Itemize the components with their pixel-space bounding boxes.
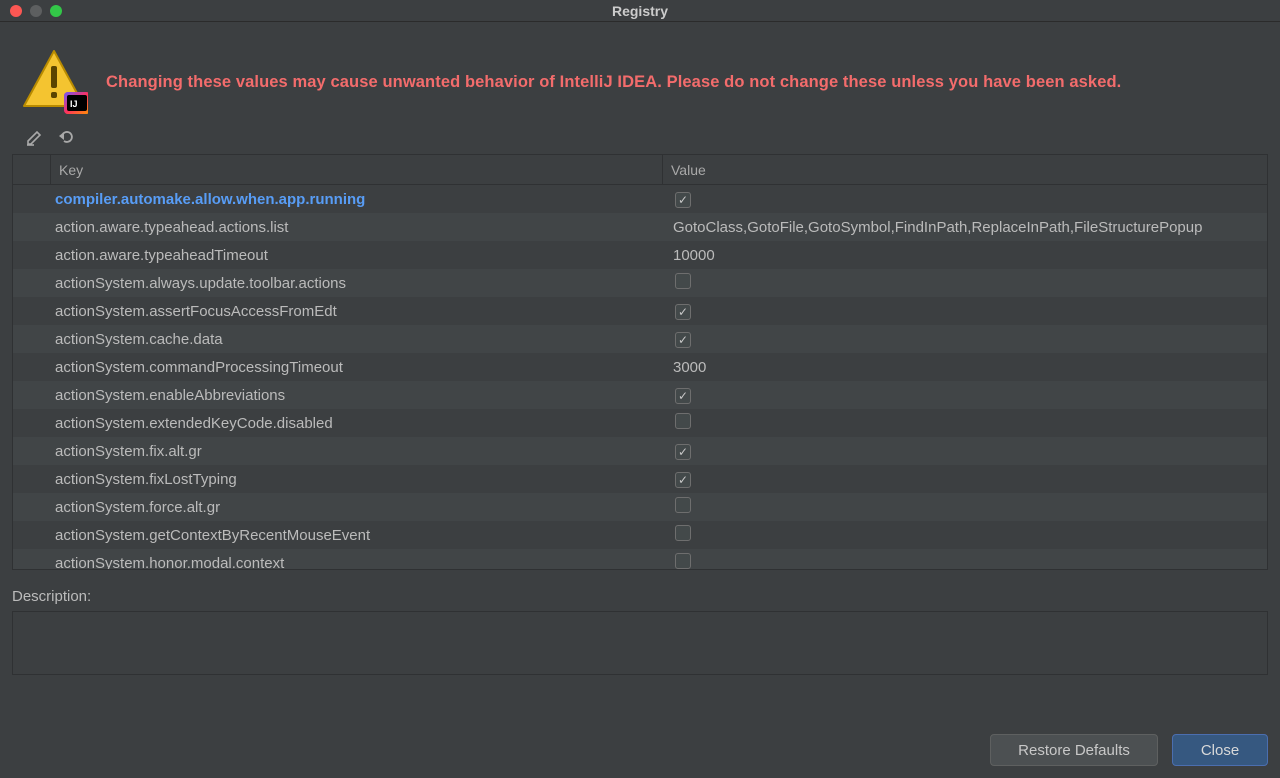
cell-value[interactable] (663, 331, 1267, 348)
window-title: Registry (612, 3, 668, 19)
description-box (12, 611, 1268, 675)
cell-key: actionSystem.honor.modal.context (51, 555, 663, 570)
cell-value[interactable] (663, 303, 1267, 320)
cell-key: action.aware.typeahead.actions.list (51, 219, 663, 236)
table-header: Key Value (13, 155, 1267, 185)
cell-key: actionSystem.getContextByRecentMouseEven… (51, 527, 663, 544)
table-row[interactable]: actionSystem.force.alt.gr (13, 493, 1267, 521)
warning-banner: IJ Changing these values may cause unwan… (0, 22, 1280, 120)
window-minimize-button[interactable] (30, 5, 42, 17)
cell-value[interactable] (663, 443, 1267, 460)
table-row[interactable]: actionSystem.fixLostTyping (13, 465, 1267, 493)
cell-value[interactable]: 3000 (663, 359, 1267, 376)
checkbox[interactable] (675, 553, 691, 569)
table-row[interactable]: actionSystem.cache.data (13, 325, 1267, 353)
toolbar (0, 120, 1280, 154)
table-row[interactable]: actionSystem.getContextByRecentMouseEven… (13, 521, 1267, 549)
revert-icon[interactable] (58, 128, 76, 146)
column-value[interactable]: Value (663, 155, 1267, 184)
cell-value[interactable] (663, 553, 1267, 569)
cell-key: actionSystem.fixLostTyping (51, 471, 663, 488)
checkbox[interactable] (675, 497, 691, 513)
checkbox[interactable] (675, 444, 691, 460)
table-row[interactable]: action.aware.typeaheadTimeout10000 (13, 241, 1267, 269)
table-row[interactable]: compiler.automake.allow.when.app.running (13, 185, 1267, 213)
checkbox[interactable] (675, 273, 691, 289)
cell-key: actionSystem.fix.alt.gr (51, 443, 663, 460)
table-row[interactable]: actionSystem.commandProcessingTimeout300… (13, 353, 1267, 381)
table-row[interactable]: actionSystem.extendedKeyCode.disabled (13, 409, 1267, 437)
window-maximize-button[interactable] (50, 5, 62, 17)
cell-key: actionSystem.assertFocusAccessFromEdt (51, 303, 663, 320)
checkbox[interactable] (675, 388, 691, 404)
window-close-button[interactable] (10, 5, 22, 17)
cell-value[interactable] (663, 413, 1267, 433)
cell-key: actionSystem.cache.data (51, 331, 663, 348)
cell-value[interactable] (663, 191, 1267, 208)
cell-key: action.aware.typeaheadTimeout (51, 247, 663, 264)
table-row[interactable]: action.aware.typeahead.actions.listGotoC… (13, 213, 1267, 241)
cell-value[interactable]: GotoClass,GotoFile,GotoSymbol,FindInPath… (663, 219, 1267, 236)
cell-key: actionSystem.always.update.toolbar.actio… (51, 275, 663, 292)
svg-text:IJ: IJ (70, 99, 78, 109)
cell-key: actionSystem.enableAbbreviations (51, 387, 663, 404)
table-row[interactable]: actionSystem.fix.alt.gr (13, 437, 1267, 465)
table-row[interactable]: actionSystem.enableAbbreviations (13, 381, 1267, 409)
warning-text: Changing these values may cause unwanted… (106, 73, 1121, 92)
dialog-footer: Restore Defaults Close (990, 734, 1268, 766)
checkbox[interactable] (675, 304, 691, 320)
column-key[interactable]: Key (51, 155, 663, 184)
checkbox[interactable] (675, 413, 691, 429)
warning-icon: IJ (20, 48, 88, 116)
close-button[interactable]: Close (1172, 734, 1268, 766)
edit-icon[interactable] (26, 128, 44, 146)
checkbox[interactable] (675, 525, 691, 541)
cell-value[interactable] (663, 497, 1267, 517)
table-row[interactable]: actionSystem.assertFocusAccessFromEdt (13, 297, 1267, 325)
column-edited[interactable] (13, 155, 51, 184)
registry-table: Key Value compiler.automake.allow.when.a… (12, 154, 1268, 570)
table-row[interactable]: actionSystem.honor.modal.context (13, 549, 1267, 569)
cell-key: actionSystem.extendedKeyCode.disabled (51, 415, 663, 432)
description-label: Description: (0, 570, 1280, 611)
cell-value[interactable]: 10000 (663, 247, 1267, 264)
checkbox[interactable] (675, 332, 691, 348)
titlebar: Registry (0, 0, 1280, 22)
cell-value[interactable] (663, 387, 1267, 404)
cell-key: actionSystem.commandProcessingTimeout (51, 359, 663, 376)
cell-key: actionSystem.force.alt.gr (51, 499, 663, 516)
checkbox[interactable] (675, 472, 691, 488)
table-body: compiler.automake.allow.when.app.running… (13, 185, 1267, 569)
table-row[interactable]: actionSystem.always.update.toolbar.actio… (13, 269, 1267, 297)
restore-defaults-button[interactable]: Restore Defaults (990, 734, 1158, 766)
checkbox[interactable] (675, 192, 691, 208)
cell-key: compiler.automake.allow.when.app.running (51, 191, 663, 208)
cell-value[interactable] (663, 471, 1267, 488)
cell-value[interactable] (663, 525, 1267, 545)
window-controls (0, 5, 62, 17)
cell-value[interactable] (663, 273, 1267, 293)
